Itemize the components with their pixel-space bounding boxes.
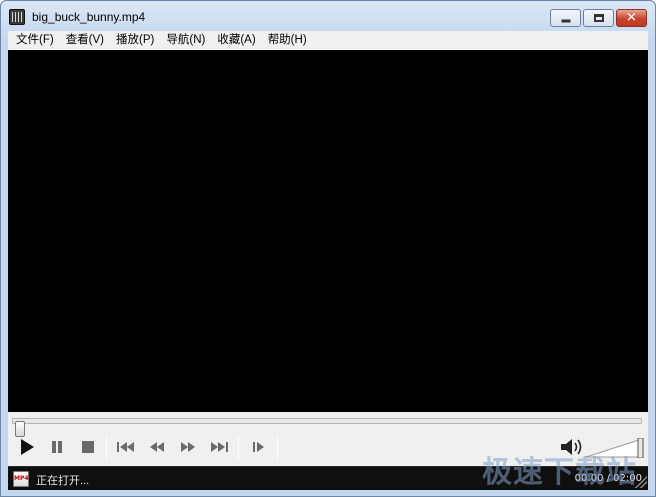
play-icon <box>21 439 34 455</box>
window-controls: ✕ <box>550 9 647 27</box>
stop-icon <box>82 441 94 453</box>
media-player-window: big_buck_bunny.mp4 ✕ 文件(F) 查看(V) 播放(P) 导… <box>0 0 656 497</box>
stop-button[interactable] <box>75 434 101 460</box>
play-button[interactable] <box>14 434 40 460</box>
seek-bar[interactable] <box>12 418 642 437</box>
film-clapper-icon[interactable] <box>9 9 25 25</box>
menu-play[interactable]: 播放(P) <box>110 31 160 50</box>
status-message: 正在打开... <box>36 475 90 487</box>
maximize-button[interactable] <box>583 9 614 27</box>
frame-step-button[interactable] <box>246 434 272 460</box>
control-divider <box>238 436 239 460</box>
menu-favorites[interactable]: 收藏(A) <box>211 31 261 50</box>
skip-forward-button[interactable] <box>206 434 232 460</box>
menu-bar: 文件(F) 查看(V) 播放(P) 导航(N) 收藏(A) 帮助(H) <box>8 31 648 50</box>
menu-navigate[interactable]: 导航(N) <box>160 31 211 50</box>
menu-file[interactable]: 文件(F) <box>10 31 60 50</box>
control-divider <box>106 436 107 460</box>
fast-forward-button[interactable] <box>175 434 201 460</box>
minimize-icon <box>561 19 570 23</box>
skip-forward-icon <box>211 442 228 452</box>
rewind-button[interactable] <box>144 434 170 460</box>
pause-button[interactable] <box>44 434 70 460</box>
frame-step-icon <box>253 442 264 452</box>
minimize-button[interactable] <box>550 9 581 27</box>
skip-back-button[interactable] <box>113 434 139 460</box>
menu-view[interactable]: 查看(V) <box>60 31 110 50</box>
close-icon: ✕ <box>626 10 637 26</box>
skip-back-icon <box>117 442 134 452</box>
watermark-logo: 极速下载站 <box>482 455 637 490</box>
maximize-icon <box>593 14 604 22</box>
control-divider <box>277 436 278 460</box>
close-button[interactable]: ✕ <box>616 9 647 27</box>
video-display[interactable] <box>8 50 648 412</box>
rewind-icon <box>150 442 164 452</box>
mp4-file-icon: MP4 <box>13 471 29 487</box>
fast-forward-icon <box>181 442 195 452</box>
window-title: big_buck_bunny.mp4 <box>32 10 146 24</box>
resize-grip-icon[interactable] <box>635 476 647 488</box>
title-bar[interactable]: big_buck_bunny.mp4 ✕ <box>1 1 655 31</box>
pause-icon <box>52 441 62 453</box>
menu-help[interactable]: 帮助(H) <box>262 31 313 50</box>
